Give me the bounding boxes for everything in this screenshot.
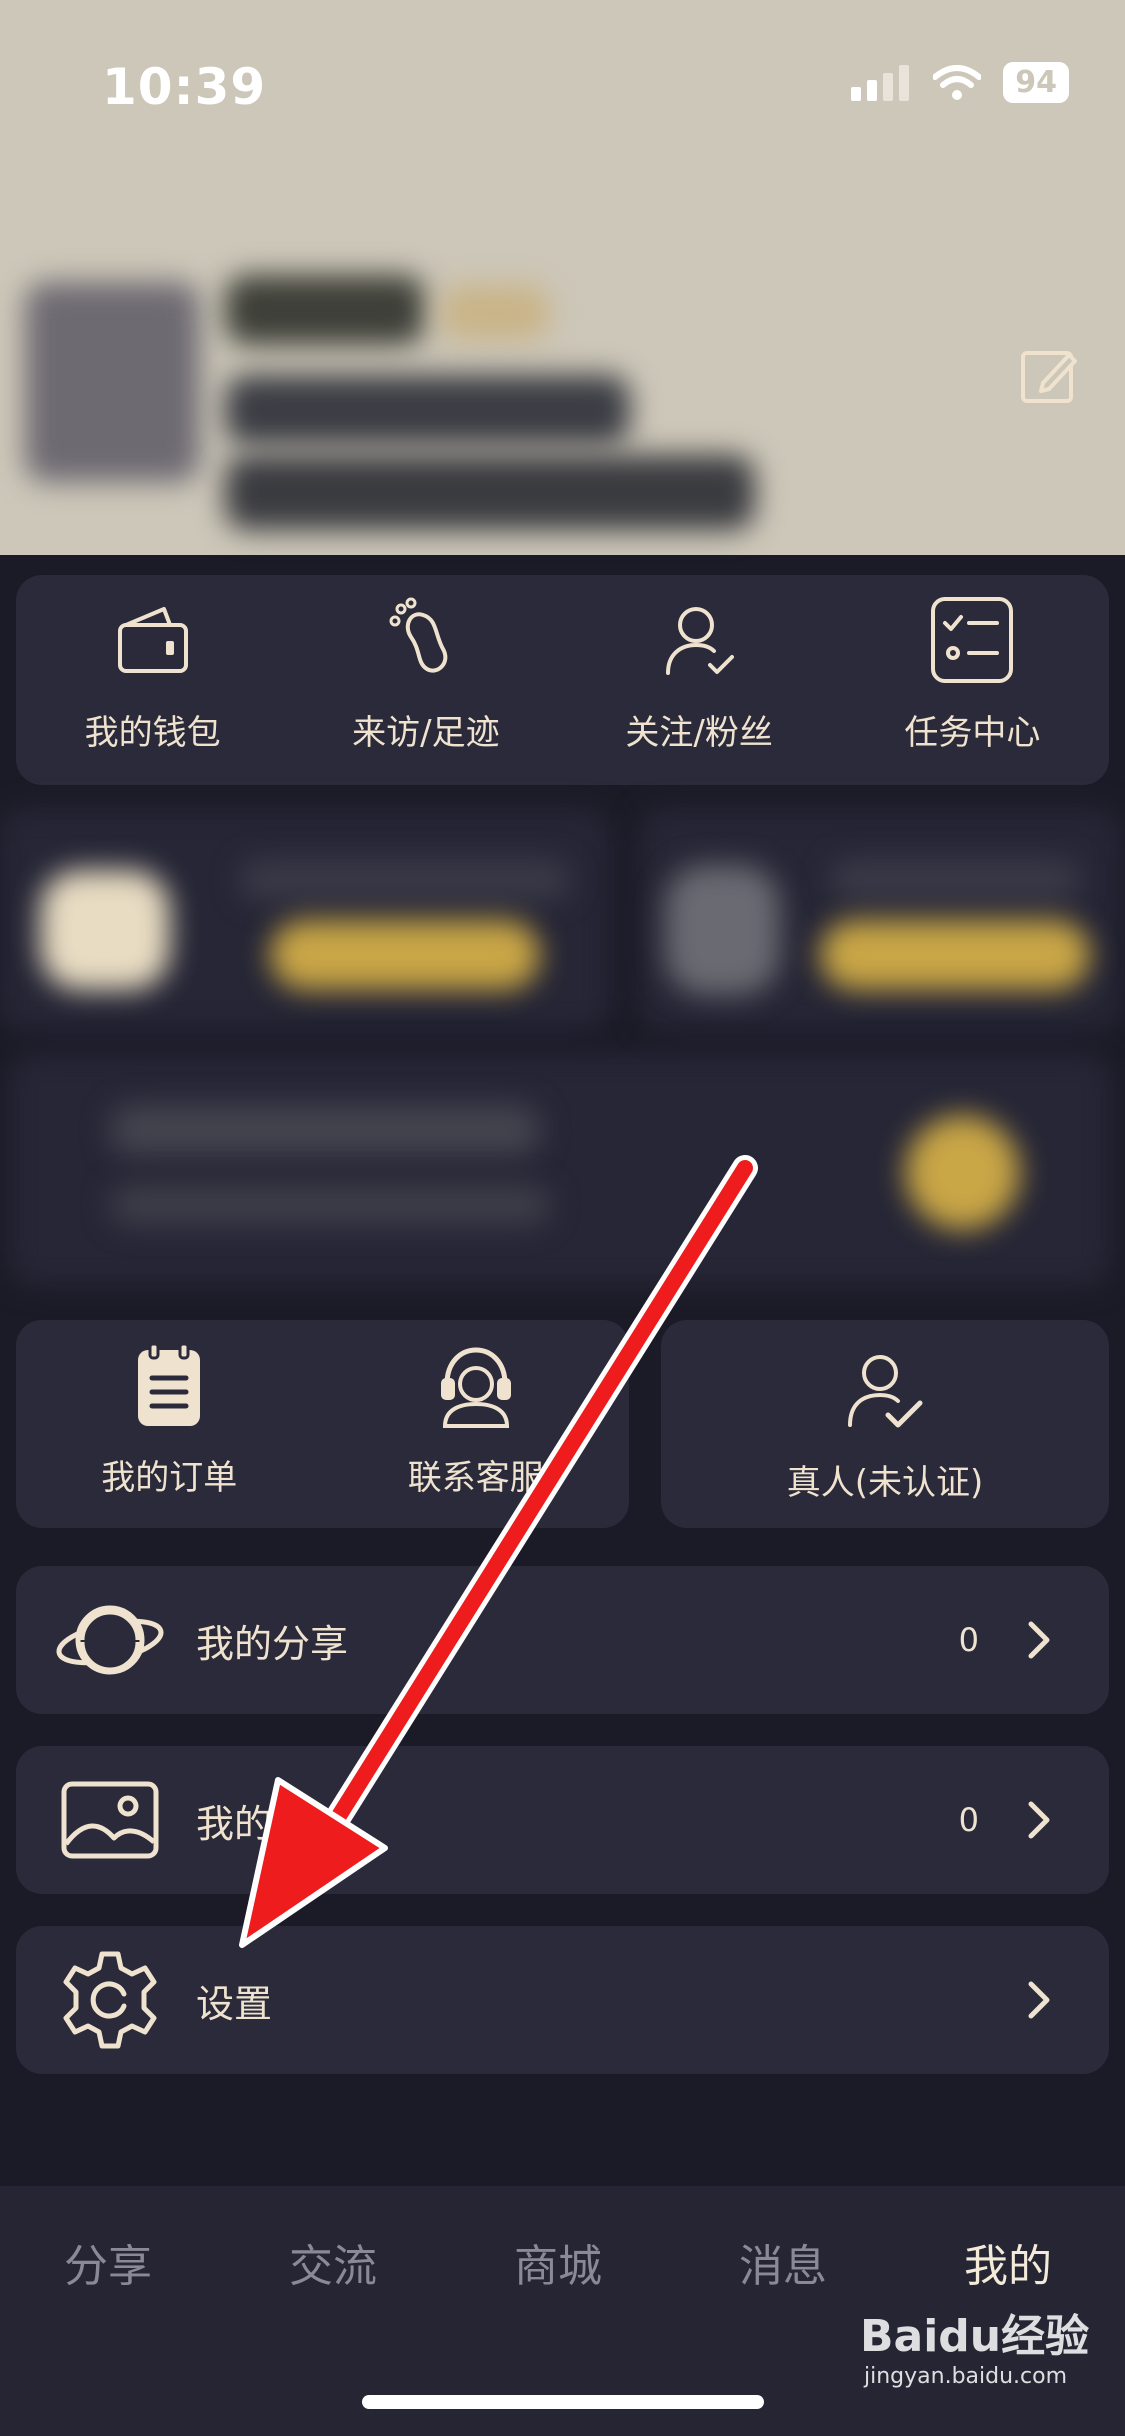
- my-orders-label: 我的订单: [101, 1458, 238, 1498]
- wallet-button[interactable]: 我的钱包: [16, 575, 289, 785]
- tab-chat[interactable]: 交流: [289, 2230, 377, 2294]
- status-time: 10:39: [102, 58, 267, 116]
- vip-button-blurred: [270, 920, 540, 990]
- verify-user-icon: [848, 1354, 923, 1427]
- wallet-label: 我的钱包: [84, 713, 221, 753]
- order-clipboard-icon: [138, 1342, 201, 1426]
- vip-title-blurred: [240, 860, 570, 900]
- real-person-verify-label: 真人(未认证): [786, 1462, 984, 1503]
- list-item-my-shares[interactable]: 我的分享 0: [16, 1566, 1109, 1714]
- status-icons: 94: [851, 62, 1069, 103]
- orders-support-card: 我的订单 联系客服: [16, 1320, 629, 1528]
- edit-profile-icon[interactable]: [1017, 343, 1081, 407]
- follow-user-icon: [666, 607, 735, 675]
- tab-me[interactable]: 我的: [964, 2230, 1052, 2294]
- task-center-label: 任务中心: [904, 713, 1041, 753]
- footprint-icon: [389, 597, 448, 673]
- user-id-blurred: [225, 375, 630, 445]
- svip-button-blurred: [820, 920, 1090, 990]
- svip-title-blurred: [830, 860, 1080, 900]
- home-indicator[interactable]: [362, 2395, 764, 2409]
- my-album-label: 我的相册: [196, 1801, 349, 1846]
- settings-label: 设置: [196, 1981, 273, 2026]
- watermark-logo-text: Baidu经验: [860, 2311, 1090, 2362]
- my-shares-label: 我的分享: [196, 1621, 349, 1666]
- watermark-url: jingyan.baidu.com: [864, 2364, 1068, 2389]
- chevron-right-icon: [1028, 1981, 1050, 2019]
- real-person-verify-button[interactable]: 真人(未认证): [661, 1320, 1109, 1528]
- list-item-settings[interactable]: 设置: [16, 1926, 1109, 2074]
- baidu-jingyan-watermark: Baidu经验 jingyan.baidu.com: [860, 2300, 1089, 2389]
- user-badge-blurred: [440, 285, 550, 340]
- username-blurred: [225, 275, 425, 345]
- wallet-icon: [117, 607, 188, 673]
- my-orders-button[interactable]: 我的订单: [16, 1320, 323, 1528]
- contact-support-label: 联系客服: [407, 1458, 544, 1498]
- cellular-signal-icon: [851, 64, 910, 101]
- visits-footprint-label: 来访/足迹: [352, 713, 500, 753]
- headset-icon: [440, 1347, 511, 1428]
- gear-icon: [63, 1951, 157, 2049]
- wifi-icon: [933, 64, 982, 100]
- blurred-membership-section: [0, 800, 1125, 1310]
- quick-actions-card: 我的钱包 来访/足迹 关注/粉丝 任务中心: [16, 575, 1109, 785]
- user-bio-blurred: [225, 455, 755, 530]
- promo-coin-blurred: [905, 1115, 1020, 1230]
- vip-badge-blurred: [40, 870, 170, 990]
- planet-icon: [56, 1605, 164, 1675]
- task-list-icon: [931, 597, 1014, 683]
- follow-fans-label: 关注/粉丝: [625, 713, 773, 753]
- promo-text-blurred: [110, 1105, 540, 1155]
- tab-share[interactable]: 分享: [64, 2230, 152, 2294]
- visits-footprint-button[interactable]: 来访/足迹: [289, 575, 562, 785]
- photo-album-icon: [61, 1781, 159, 1859]
- my-album-count: 0: [958, 1801, 979, 1839]
- chevron-right-icon: [1028, 1621, 1050, 1659]
- follow-fans-button[interactable]: 关注/粉丝: [563, 575, 836, 785]
- list-item-my-album[interactable]: 我的相册 0: [16, 1746, 1109, 1894]
- profile-header: 10:39 94: [0, 0, 1125, 555]
- tab-messages[interactable]: 消息: [739, 2230, 827, 2294]
- svip-badge-blurred: [665, 865, 780, 995]
- promo-subtext-blurred: [110, 1185, 550, 1225]
- chevron-right-icon: [1028, 1801, 1050, 1839]
- tab-mall[interactable]: 商城: [514, 2230, 602, 2294]
- avatar[interactable]: [25, 282, 200, 482]
- battery-level: 94: [1003, 62, 1069, 103]
- my-shares-count: 0: [958, 1621, 979, 1659]
- task-center-button[interactable]: 任务中心: [836, 575, 1109, 785]
- contact-support-button[interactable]: 联系客服: [323, 1320, 630, 1528]
